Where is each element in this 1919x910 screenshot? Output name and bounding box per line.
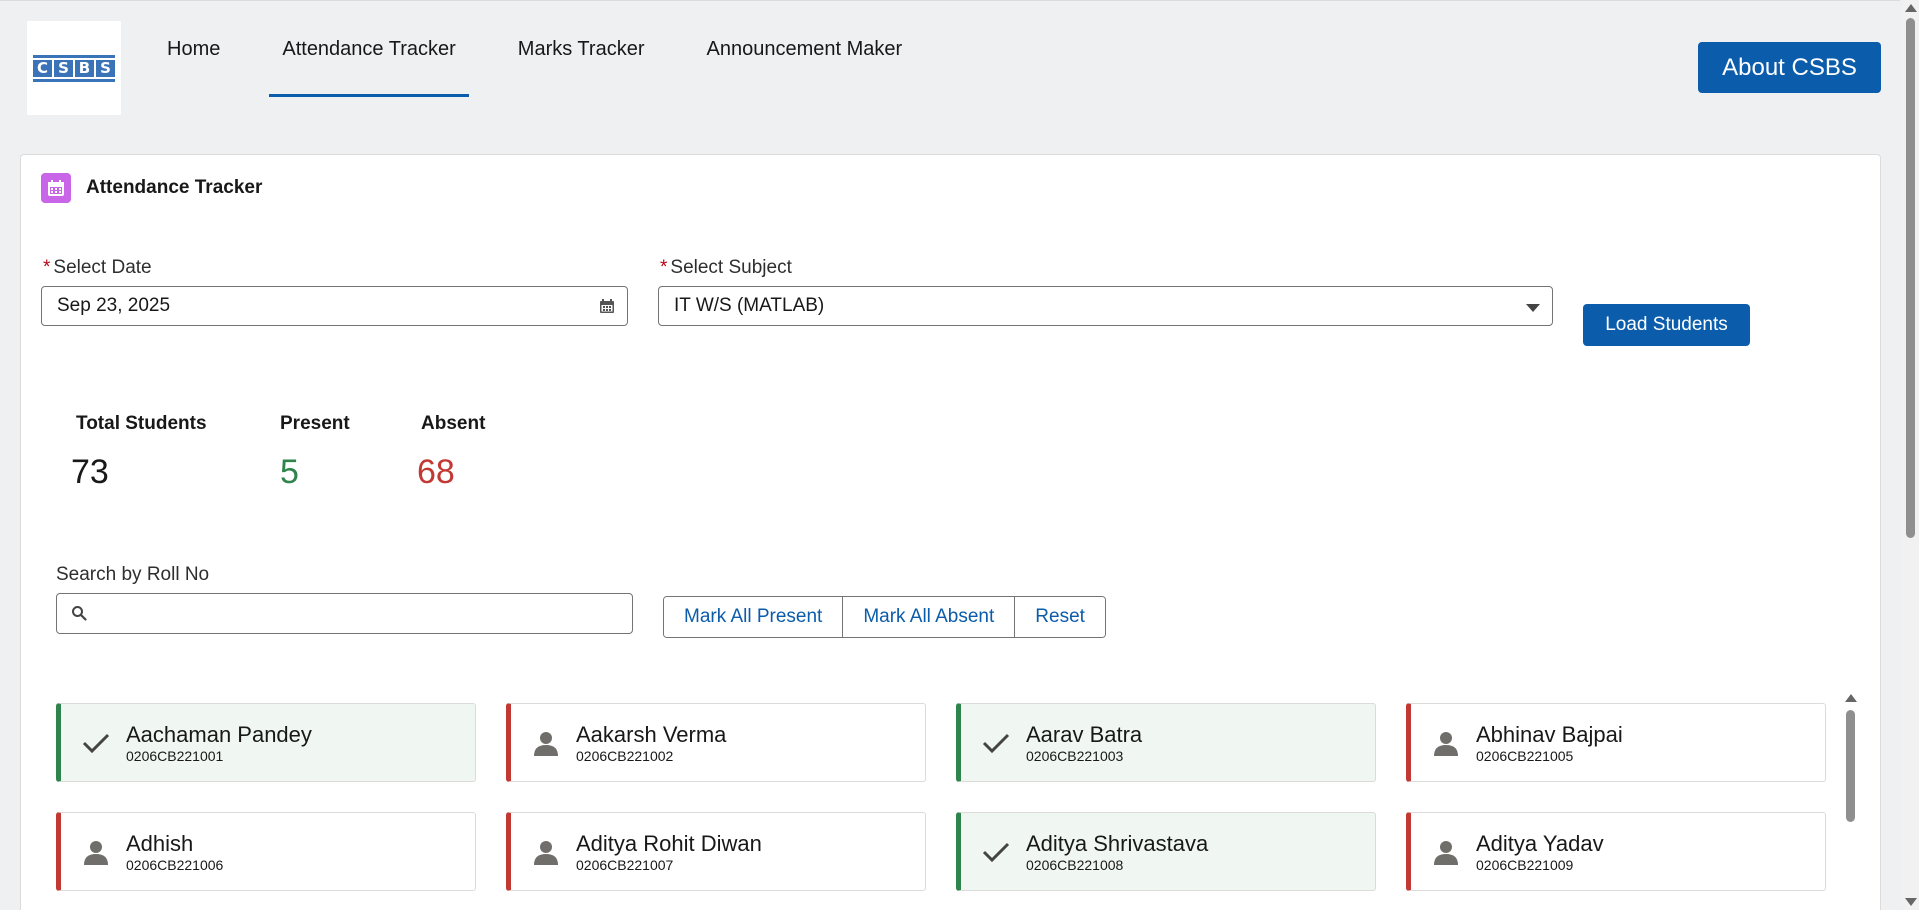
date-label-text: Select Date (53, 257, 152, 278)
user-icon (529, 835, 563, 869)
student-roll: 0206CB221005 (1476, 747, 1574, 764)
calendar-icon (41, 173, 71, 203)
nav-announcement-maker[interactable]: Announcement Maker (681, 1, 927, 97)
student-list-scroll-thumb[interactable] (1846, 710, 1855, 822)
top-navigation-bar: C S B S Home Attendance Tracker Marks Tr… (0, 0, 1900, 134)
search-icon (71, 605, 87, 626)
card-header: Attendance Tracker (41, 173, 262, 203)
student-grid: Aachaman Pandey 0206CB221001 Aakarsh Verm… (56, 703, 1838, 891)
student-roll: 0206CB221006 (126, 856, 224, 873)
student-roll: 0206CB221002 (576, 747, 674, 764)
bulk-action-group: Mark All Present Mark All Absent Reset (663, 596, 1106, 638)
logo-letter: B (75, 59, 94, 77)
logo-letter: S (54, 59, 73, 77)
student-name: Abhinav Bajpai (1476, 721, 1623, 747)
student-card[interactable]: Aachaman Pandey 0206CB221001 (56, 703, 476, 782)
csbs-logo[interactable]: C S B S (27, 21, 121, 115)
student-list-scrollbar[interactable] (1842, 692, 1859, 910)
student-card[interactable]: Aditya Rohit Diwan 0206CB221007 (506, 812, 926, 891)
page-scroll-down-icon[interactable] (1905, 898, 1917, 906)
total-students-value: 73 (71, 453, 109, 491)
absent-stat: Absent 68 (417, 413, 486, 492)
student-name: Aarav Batra (1026, 721, 1143, 747)
load-students-button[interactable]: Load Students (1583, 304, 1750, 346)
user-icon (529, 726, 563, 760)
nav-attendance-tracker[interactable]: Attendance Tracker (257, 1, 480, 97)
subject-select[interactable]: IT W/S (MATLAB) (658, 286, 1553, 326)
logo-letter: S (96, 59, 115, 77)
nav-home[interactable]: Home (142, 1, 245, 97)
check-icon (979, 726, 1013, 760)
reset-button[interactable]: Reset (1014, 597, 1105, 637)
required-marker: * (43, 257, 51, 278)
logo-letter: C (33, 59, 52, 77)
page-scroll-up-icon[interactable] (1905, 4, 1917, 12)
student-card[interactable]: Aakarsh Verma 0206CB221002 (506, 703, 926, 782)
student-roll: 0206CB221001 (126, 747, 224, 764)
present-stat: Present 5 (280, 413, 350, 492)
student-name: Adhish (126, 830, 194, 856)
mark-all-present-button[interactable]: Mark All Present (664, 597, 843, 637)
nav-marks-tracker[interactable]: Marks Tracker (493, 1, 670, 97)
search-roll-input[interactable] (56, 593, 633, 634)
student-card[interactable]: Aditya Yadav 0206CB221009 (1406, 812, 1826, 891)
student-roll: 0206CB221007 (576, 856, 674, 873)
student-card[interactable]: Aditya Shrivastava 0206CB221008 (956, 812, 1376, 891)
student-name: Aditya Shrivastava (1026, 830, 1209, 856)
subject-label-text: Select Subject (670, 257, 792, 278)
card-title: Attendance Tracker (86, 177, 263, 198)
scroll-up-icon[interactable] (1845, 694, 1857, 702)
date-label: * Select Date (43, 257, 152, 279)
subject-label: * Select Subject (660, 257, 792, 279)
subject-value: IT W/S (MATLAB) (674, 295, 825, 316)
check-icon (79, 726, 113, 760)
student-roll: 0206CB221003 (1026, 747, 1124, 764)
date-value: Sep 23, 2025 (57, 295, 171, 316)
total-students-label: Total Students (76, 413, 207, 434)
user-icon (79, 835, 113, 869)
chevron-down-icon (1526, 304, 1540, 312)
user-icon (1429, 835, 1463, 869)
student-card[interactable]: Abhinav Bajpai 0206CB221005 (1406, 703, 1826, 782)
student-card[interactable]: Aarav Batra 0206CB221003 (956, 703, 1376, 782)
required-marker: * (660, 257, 668, 278)
absent-label: Absent (421, 413, 486, 434)
present-label: Present (280, 413, 350, 434)
total-students-stat: Total Students 73 (71, 413, 207, 492)
student-name: Aditya Rohit Diwan (576, 830, 762, 856)
main-nav: Home Attendance Tracker Marks Tracker An… (142, 1, 939, 101)
page-scrollbar[interactable] (1902, 0, 1919, 910)
student-name: Aakarsh Verma (576, 721, 727, 747)
student-roll: 0206CB221009 (1476, 856, 1574, 873)
page-scroll-thumb[interactable] (1906, 18, 1915, 538)
check-icon (979, 835, 1013, 869)
student-name: Aditya Yadav (1476, 830, 1604, 856)
user-icon (1429, 726, 1463, 760)
attendance-tracker-card: Attendance Tracker * Select Date Sep 23, … (20, 154, 1881, 910)
absent-value: 68 (417, 453, 455, 491)
student-roll: 0206CB221008 (1026, 856, 1124, 873)
mark-all-absent-button[interactable]: Mark All Absent (842, 597, 1015, 637)
student-card[interactable]: Adhish 0206CB221006 (56, 812, 476, 891)
search-label: Search by Roll No (56, 564, 210, 585)
present-value: 5 (280, 453, 299, 491)
logo-mark: C S B S (33, 54, 115, 82)
student-name: Aachaman Pandey (126, 721, 312, 747)
calendar-picker-icon[interactable] (599, 298, 615, 320)
date-input[interactable]: Sep 23, 2025 (41, 286, 628, 326)
about-csbs-button[interactable]: About CSBS (1698, 42, 1881, 93)
